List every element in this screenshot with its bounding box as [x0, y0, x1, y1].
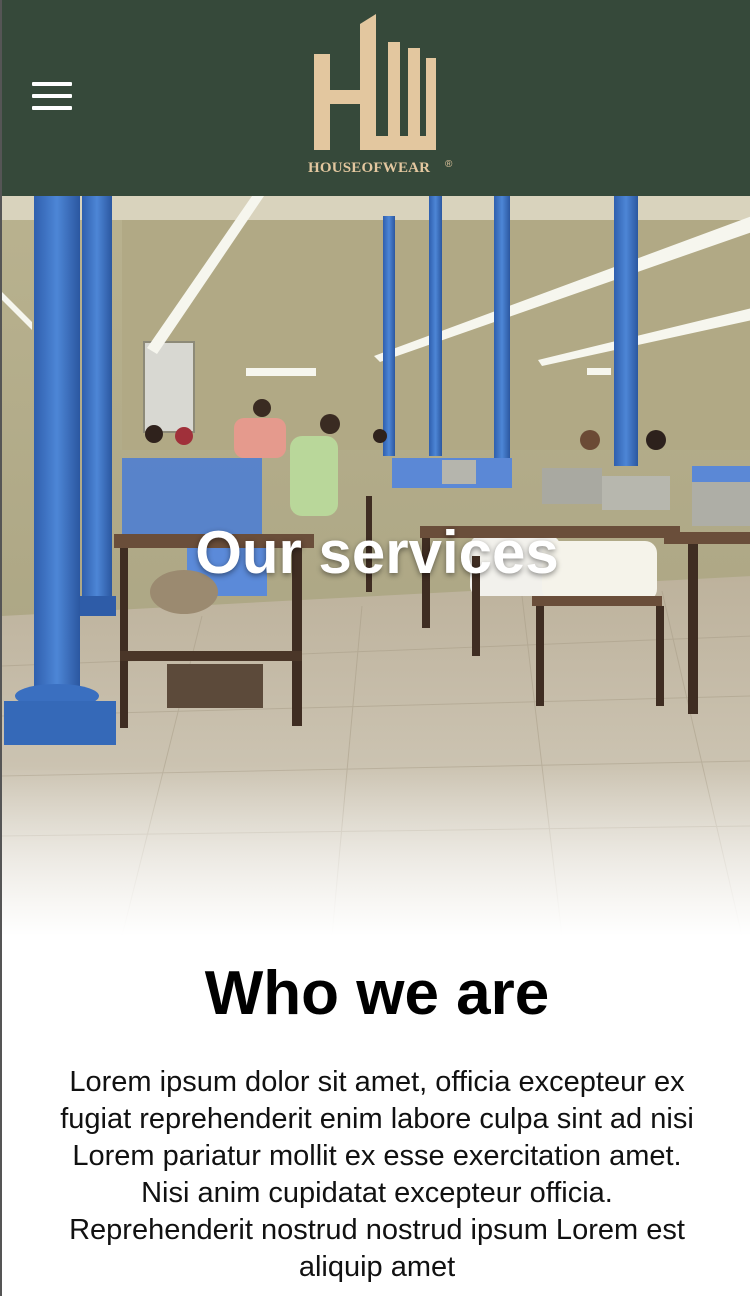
hero-title: Our services — [195, 519, 559, 587]
hamburger-menu-icon[interactable] — [32, 80, 74, 112]
hero-banner: Our services — [2, 196, 750, 936]
brand-name: HOUSEOFWEAR — [308, 160, 431, 176]
about-section: Who we are Lorem ipsum dolor sit amet, o… — [2, 959, 750, 1286]
about-title: Who we are — [204, 959, 550, 1028]
page: HOUSEOFWEAR ® Our services Who we are Lo… — [0, 0, 750, 1296]
about-text: Lorem ipsum dolor sit amet, officia exce… — [60, 1066, 694, 1284]
hero-fade-overlay — [2, 766, 750, 936]
brand-logo[interactable]: HOUSEOFWEAR ® — [302, 10, 462, 185]
registered-mark: ® — [445, 159, 453, 170]
logo-mark-icon — [314, 14, 436, 150]
site-header: HOUSEOFWEAR ® — [2, 0, 750, 196]
